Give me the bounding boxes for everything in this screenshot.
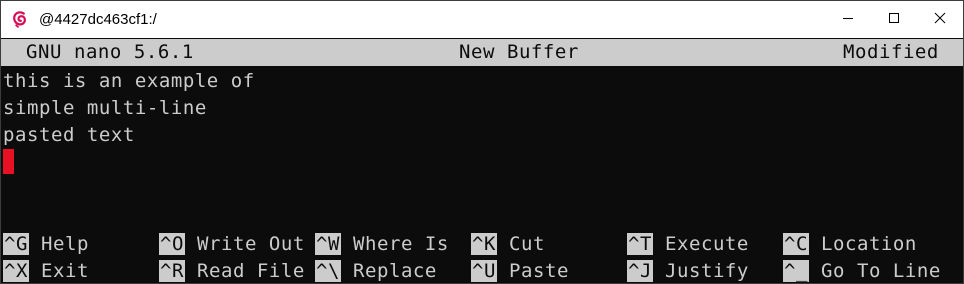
- shortcut-location[interactable]: ^C Location: [783, 231, 917, 258]
- shortcut-label: Location: [820, 233, 917, 255]
- shortcut-key: ^U: [471, 260, 497, 282]
- shortcut-label: Replace: [352, 260, 437, 282]
- maximize-button[interactable]: [871, 1, 917, 38]
- shortcut-exit[interactable]: ^X Exit: [3, 258, 89, 283]
- shortcut-help[interactable]: ^G Help: [3, 231, 89, 258]
- shortcut-read-file[interactable]: ^R Read File: [159, 258, 305, 283]
- shortcut-replace[interactable]: ^\ Replace: [315, 258, 437, 283]
- minimize-button[interactable]: [825, 1, 871, 38]
- shortcut-cut[interactable]: ^K Cut: [471, 231, 545, 258]
- terminal-window: @4427dc463cf1:/ GNU nano 5.6.1 New Buffe…: [0, 0, 964, 284]
- window-title: @4427dc463cf1:/: [39, 11, 157, 28]
- nano-status-bar: GNU nano 5.6.1 New Buffer Modified: [1, 39, 963, 66]
- modified-indicator: Modified: [843, 41, 939, 63]
- shortcut-label: Go To Line: [820, 260, 941, 282]
- buffer-name: New Buffer: [459, 41, 579, 63]
- shortcut-key: ^R: [159, 260, 185, 282]
- shortcut-label: Justify: [664, 260, 749, 282]
- shortcut-label: Cut: [508, 233, 545, 255]
- maximize-icon: [888, 11, 900, 28]
- shortcut-label: Write Out: [196, 233, 305, 255]
- shortcut-key: ^\: [315, 260, 341, 282]
- close-button[interactable]: [917, 1, 963, 38]
- minimize-icon: [842, 11, 854, 28]
- shortcut-key: ^O: [159, 233, 185, 255]
- shortcut-label: Where Is: [352, 233, 449, 255]
- shortcut-label: Paste: [508, 260, 569, 282]
- shortcut-key: ^X: [3, 260, 29, 282]
- shortcut-key: ^W: [315, 233, 341, 255]
- terminal-area[interactable]: GNU nano 5.6.1 New Buffer Modified this …: [1, 39, 963, 283]
- shortcut-where-is[interactable]: ^W Where Is: [315, 231, 449, 258]
- shortcut-key: ^J: [627, 260, 653, 282]
- shortcut-write-out[interactable]: ^O Write Out: [159, 231, 305, 258]
- close-icon: [934, 11, 946, 28]
- shortcut-key: ^C: [783, 233, 809, 255]
- nano-version: GNU nano 5.6.1: [26, 41, 194, 63]
- shortcut-execute[interactable]: ^T Execute: [627, 231, 749, 258]
- shortcut-go-to-line[interactable]: ^_ Go To Line: [783, 258, 941, 283]
- debian-swirl-icon: [11, 10, 29, 28]
- shortcut-paste[interactable]: ^U Paste: [471, 258, 569, 283]
- shortcut-key: ^K: [471, 233, 497, 255]
- shortcut-key: ^T: [627, 233, 653, 255]
- shortcut-label: Read File: [196, 260, 305, 282]
- shortcut-justify[interactable]: ^J Justify: [627, 258, 749, 283]
- text-cursor: [3, 149, 14, 174]
- buffer-line[interactable]: pasted text: [3, 122, 135, 149]
- shortcut-label: Exit: [40, 260, 89, 282]
- shortcut-label: Help: [40, 233, 89, 255]
- shortcut-label: Execute: [664, 233, 749, 255]
- shortcut-key: ^G: [3, 233, 29, 255]
- title-bar[interactable]: @4427dc463cf1:/: [1, 1, 963, 38]
- buffer-line[interactable]: this is an example of: [3, 68, 255, 95]
- buffer-line[interactable]: simple multi-line: [3, 95, 207, 122]
- shortcut-key: ^_: [783, 260, 809, 282]
